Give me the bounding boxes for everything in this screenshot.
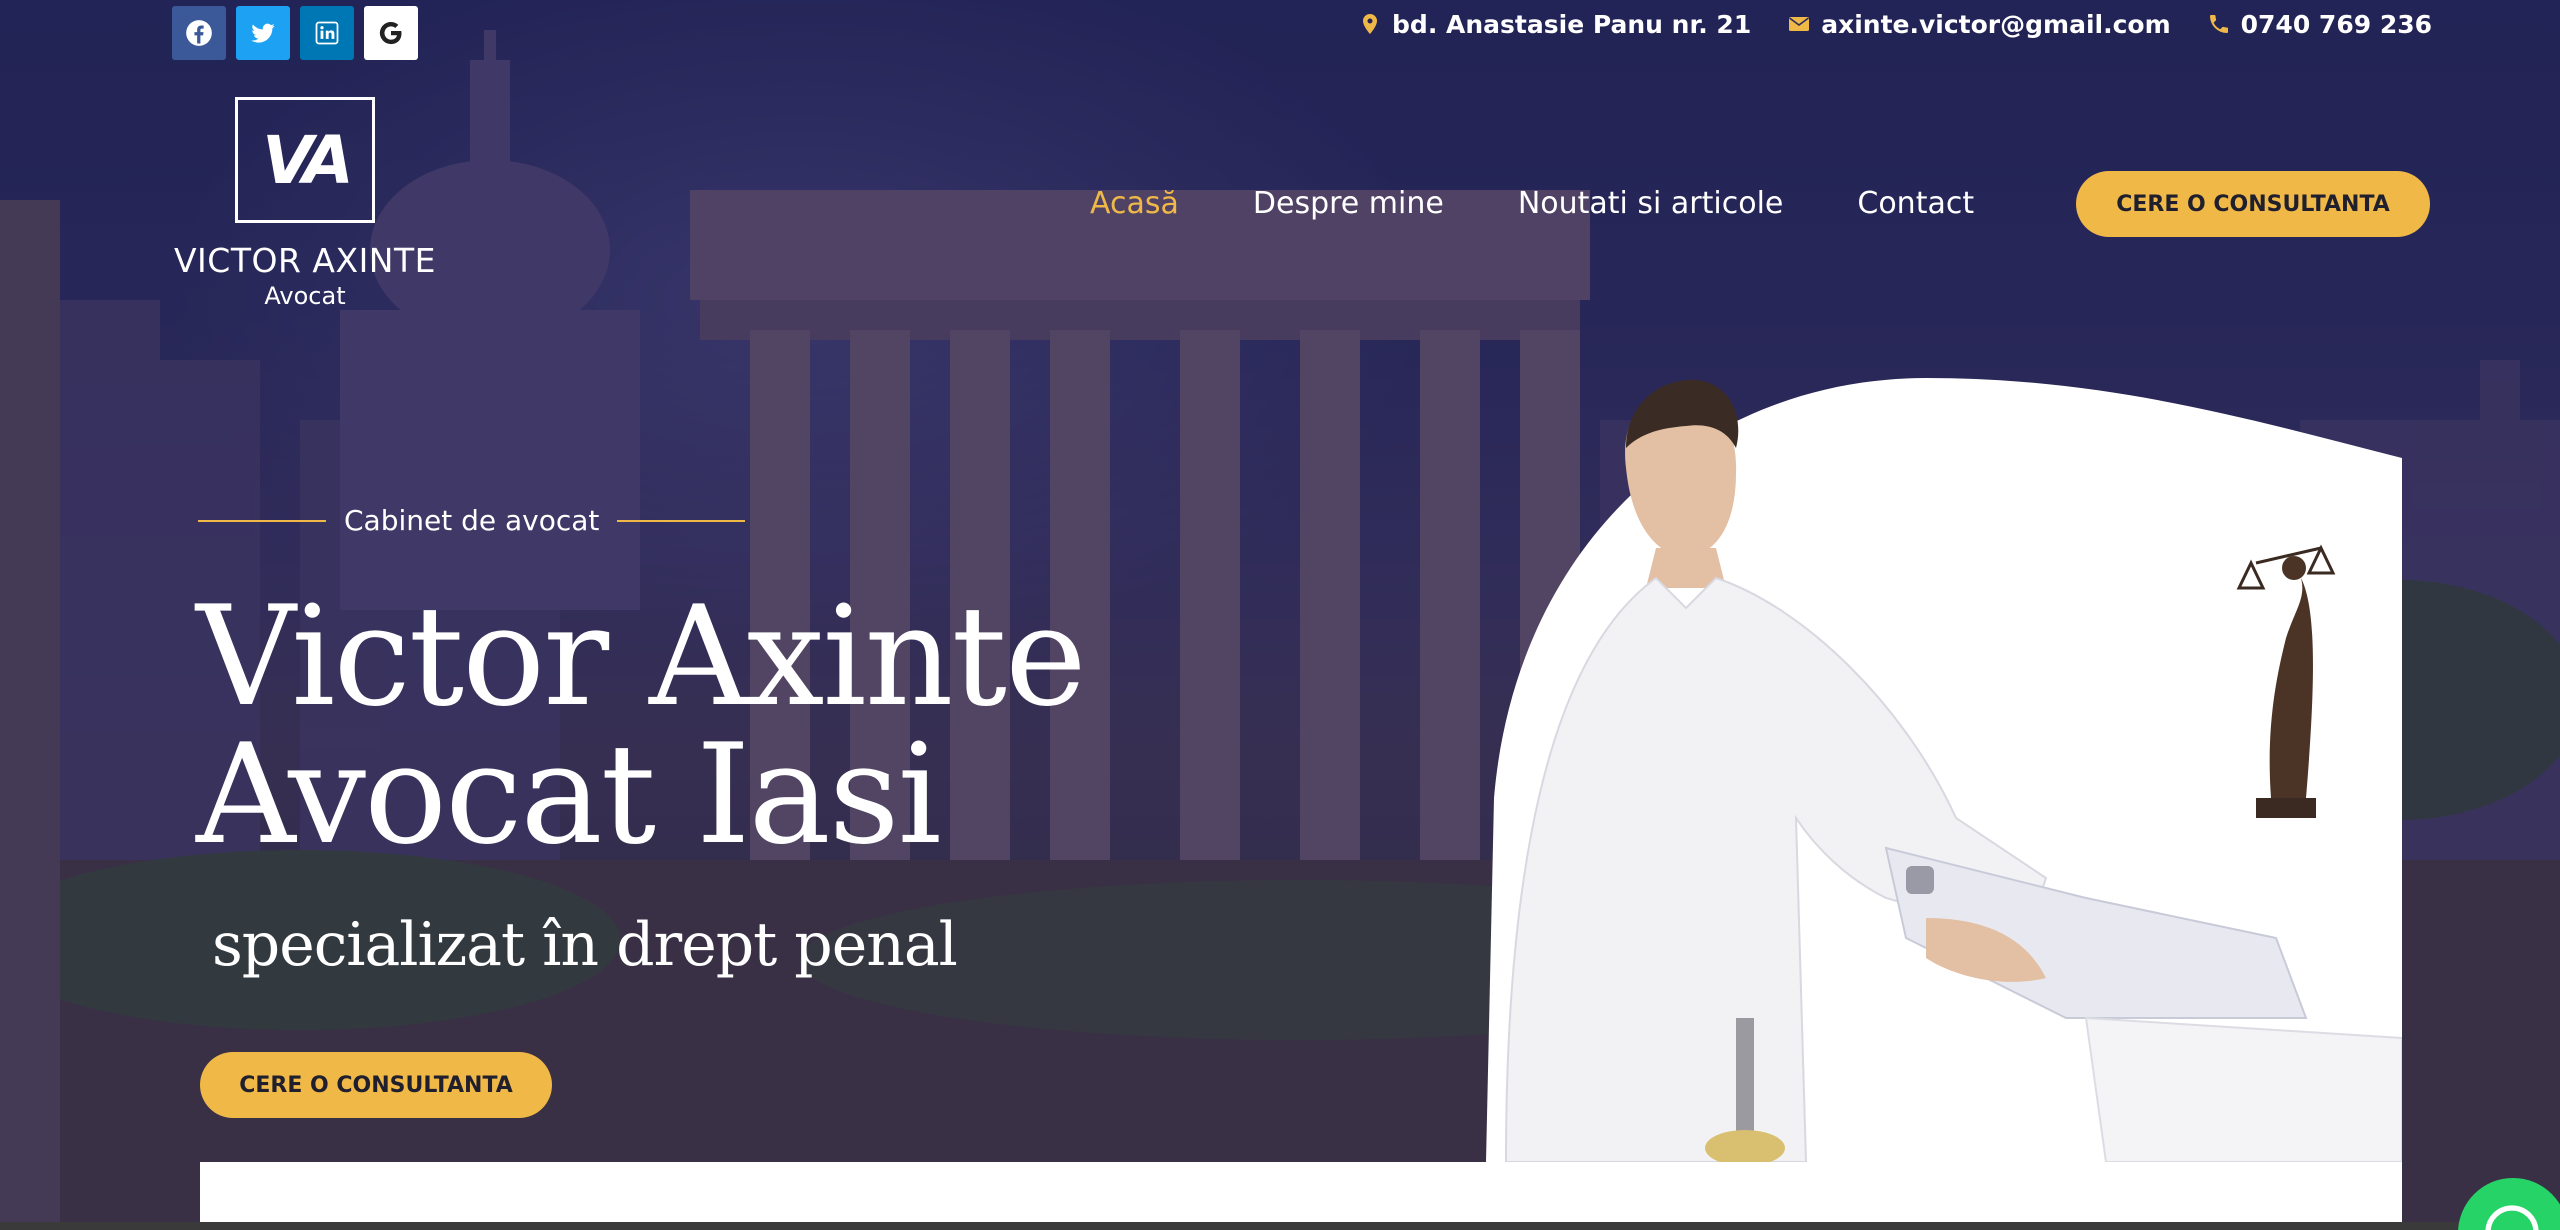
email-text: axinte.victor@gmail.com [1821, 9, 2171, 39]
nav-item-noutati[interactable]: Noutati si articole [1518, 186, 1784, 221]
email-item[interactable]: axinte.victor@gmail.com [1787, 9, 2171, 39]
whatsapp-icon [2485, 1205, 2539, 1230]
lawyer-portrait-image [1486, 378, 2402, 1162]
main-nav: Acasă Despre mine Noutati si articole Co… [1090, 186, 1974, 221]
phone-icon [2209, 15, 2228, 33]
google-icon [379, 21, 402, 45]
social-links [172, 6, 418, 60]
google-button[interactable] [364, 6, 418, 60]
hero-subtitle: specializat în drept penal [212, 910, 958, 980]
facebook-button[interactable] [172, 6, 226, 60]
facebook-icon [186, 20, 212, 46]
nav-item-contact[interactable]: Contact [1857, 186, 1974, 221]
hero-consultation-button[interactable]: CERE O CONSULTANTA [200, 1052, 552, 1118]
hero-eyebrow: Cabinet de avocat [198, 504, 746, 537]
twitter-button[interactable] [236, 6, 290, 60]
site-logo[interactable]: VA VICTOR AXINTE Avocat [172, 97, 438, 310]
eyebrow-line-right [617, 519, 746, 522]
map-pin-icon [1363, 14, 1378, 34]
logo-subtitle: Avocat [264, 282, 346, 310]
eyebrow-line-left [198, 519, 326, 522]
contact-bar: bd. Anastasie Panu nr. 21 axinte.victor@… [1358, 6, 2432, 42]
address-text: bd. Anastasie Panu nr. 21 [1392, 9, 1752, 39]
logo-monogram: VA [262, 121, 354, 199]
logo-name: VICTOR AXINTE [173, 241, 436, 280]
logo-monogram-box: VA [235, 97, 375, 223]
hero-title-line-1: Victor Axinte [196, 576, 1087, 737]
phone-text: 0740 769 236 [2240, 9, 2432, 39]
hero-title-line-2: Avocat Iasi [196, 714, 942, 875]
header-consultation-button[interactable]: CERE O CONSULTANTA [2076, 171, 2430, 237]
eyebrow-text: Cabinet de avocat [344, 504, 600, 537]
content-card-top [200, 1162, 2402, 1222]
linkedin-icon [315, 21, 339, 45]
hero-title: Victor Axinte Avocat Iasi [196, 576, 1087, 875]
bottom-divider [0, 1222, 2560, 1230]
nav-item-despre-mine[interactable]: Despre mine [1253, 186, 1444, 221]
twitter-icon [251, 23, 275, 43]
phone-item[interactable]: 0740 769 236 [2207, 10, 2432, 39]
envelope-icon [1789, 17, 1810, 31]
nav-item-acasa[interactable]: Acasă [1090, 186, 1179, 221]
address-item[interactable]: bd. Anastasie Panu nr. 21 [1358, 10, 1751, 39]
linkedin-button[interactable] [300, 6, 354, 60]
page: bd. Anastasie Panu nr. 21 axinte.victor@… [0, 0, 2560, 1230]
